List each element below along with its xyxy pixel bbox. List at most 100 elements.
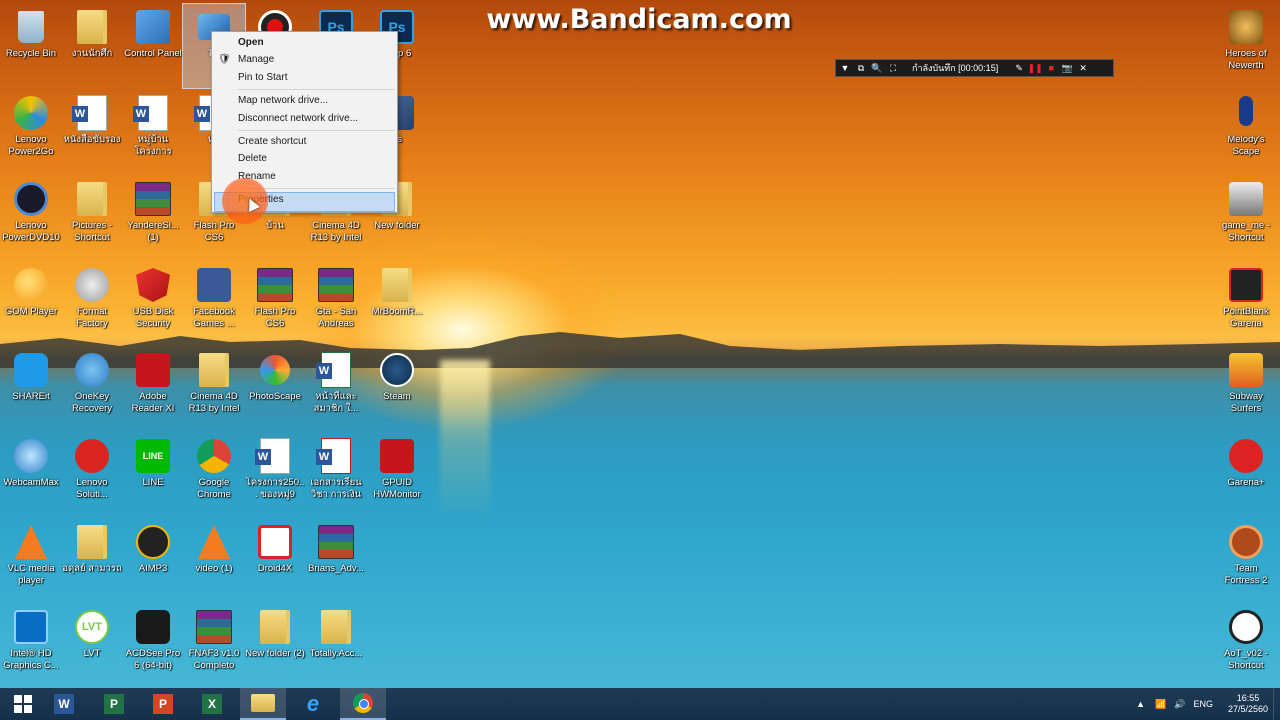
desktop-icon[interactable]: Brians_Adv... (305, 519, 367, 603)
clock[interactable]: 16:55 27/5/2560 (1223, 693, 1273, 715)
desktop-icon[interactable]: Team Fortress 2 (1215, 519, 1277, 603)
stop-icon[interactable]: ■ (1046, 63, 1056, 73)
desktop-icon[interactable]: New folder (2) (244, 604, 306, 688)
desktop-icon[interactable]: Google Chrome (183, 433, 245, 517)
desktop-icon[interactable]: Facebook Games ... (183, 262, 245, 346)
taskbar-internet-explorer[interactable]: e (290, 688, 336, 720)
desktop-icon[interactable]: OneKey Recovery (61, 347, 123, 431)
start-button[interactable] (0, 688, 46, 720)
desktop-icon[interactable]: Steam (366, 347, 428, 431)
menu-item-delete[interactable]: Delete (238, 151, 267, 167)
taskbar-word[interactable]: W (41, 688, 87, 720)
camera-icon[interactable]: 📷 (1062, 63, 1073, 73)
language-indicator[interactable]: ENG (1193, 699, 1213, 709)
volume-icon[interactable]: 🔊 (1174, 699, 1185, 710)
desktop-icon[interactable]: AoT_v02 - Shortcut (1215, 604, 1277, 688)
pencil-icon[interactable]: ✎ (1014, 63, 1024, 73)
pdf-icon (316, 437, 355, 475)
desktop-icon[interactable]: video (1) (183, 519, 245, 603)
desktop-icon[interactable]: FNAF3 v1.0 Completo (183, 604, 245, 688)
folder-icon (378, 266, 416, 304)
target-area-icon[interactable]: ⛶ (888, 63, 898, 73)
desktop-icon[interactable]: game_me - Shortcut (1215, 176, 1277, 260)
menu-item-create-shortcut[interactable]: Create shortcut (238, 134, 306, 150)
menu-item-manage[interactable]: Manage (238, 52, 274, 68)
desktop-icon[interactable]: Subway Surfers (1215, 347, 1277, 431)
facebook-games-icon (195, 266, 233, 304)
desktop-icon[interactable]: GOM Player (0, 262, 62, 346)
desktop-icon[interactable]: VLC media player (0, 519, 62, 603)
desktop-icon[interactable]: โครงการ250... ของหมู่9 (244, 433, 306, 517)
desktop-icon[interactable]: Flash Pro CS6 (244, 262, 306, 346)
menu-item-pin-to-start[interactable]: Pin to Start (238, 70, 287, 86)
desktop-icon[interactable]: SHAREit (0, 347, 62, 431)
desktop-icon-label: FNAF3 v1.0 Completo (188, 648, 240, 671)
desktop-icon[interactable]: PhotoScape (244, 347, 306, 431)
close-icon[interactable]: ✕ (1078, 63, 1088, 73)
menu-item-map-network-drive[interactable]: Map network drive... (238, 93, 328, 109)
taskbar-powerpoint[interactable]: P (140, 688, 186, 720)
desktop-icon[interactable]: อดุลย์ สามารถ (61, 519, 123, 603)
desktop-icon[interactable]: WebcamMax (0, 433, 62, 517)
desktop-icon-label: Format Factory (76, 306, 108, 329)
desktop-icon[interactable]: Garena+ (1215, 433, 1277, 517)
desktop-icon[interactable]: Adobe Reader XI (122, 347, 184, 431)
hwmonitor-icon (378, 437, 416, 475)
menu-down-icon[interactable]: ▼ (840, 63, 850, 73)
desktop-icon[interactable]: MrBoomR... (366, 262, 428, 346)
desktop-icon[interactable]: Lenovo Soluti... (61, 433, 123, 517)
desktop-icon[interactable]: Totally.Acc... (305, 604, 367, 688)
desktop-icon[interactable]: งานนักศึก (61, 4, 123, 88)
show-desktop-button[interactable] (1273, 688, 1280, 720)
desktop-icon[interactable]: หมู่บ้านโครงการ ทหม.60 (122, 90, 184, 174)
zoom-icon[interactable]: 🔍 (871, 63, 882, 73)
desktop-icon-label: USB Disk Security (132, 306, 174, 329)
desktop-icon[interactable]: YandereSi... (1) (122, 176, 184, 260)
winrar-icon (317, 523, 355, 561)
desktop-icon[interactable]: Lenovo PowerDVD10 (0, 176, 62, 260)
desktop-icon[interactable]: LINE LINE (122, 433, 184, 517)
desktop-icon-label: LVT (83, 648, 101, 659)
word-doc-icon (72, 94, 111, 132)
window-mode-icon[interactable]: ⧉ (856, 63, 866, 73)
menu-item-disconnect-network-drive[interactable]: Disconnect network drive... (238, 111, 358, 127)
intel-hd-icon (12, 608, 50, 646)
desktop-icon-label: New folder (374, 220, 420, 231)
desktop-icon-label: Garena+ (1227, 477, 1265, 488)
desktop-icon[interactable]: Control Panel (122, 4, 184, 88)
taskbar-file-explorer[interactable] (240, 688, 286, 720)
desktop-icon[interactable]: หนังสือขับรอง (61, 90, 123, 174)
desktop-icon[interactable]: Recycle Bin (0, 4, 62, 88)
desktop-icon[interactable]: ACDSee Pro 6 (64-bit) (122, 604, 184, 688)
subway-icon (1227, 351, 1265, 389)
desktop-icon[interactable]: Cinema 4D R13 by Intel (183, 347, 245, 431)
desktop-icon[interactable]: LVT LVT (61, 604, 123, 688)
desktop-icon[interactable]: GPUID HWMonitor (366, 433, 428, 517)
desktop-icon[interactable]: Gta - San Andreas (305, 262, 367, 346)
desktop-icon[interactable]: Intel® HD Graphics C... (0, 604, 62, 688)
desktop[interactable]: www.Bandicam.com Recycle Bin งานนักศึก Con… (0, 0, 1280, 688)
desktop-icon[interactable]: เอกสารเรียนวิชา การเงินการ... (305, 433, 367, 517)
desktop-icon-label: Cinema 4D R13 by Intel (188, 391, 240, 414)
desktop-icon[interactable]: Melody's Scape (1215, 90, 1277, 174)
desktop-icon[interactable]: หน้าที่และ สมาชิก ใ... (305, 347, 367, 431)
desktop-icon[interactable]: AIMP3 (122, 519, 184, 603)
desktop-icon[interactable]: PointBlank Garena (1215, 262, 1277, 346)
desktop-icon-label: Recycle Bin (5, 48, 57, 59)
desktop-icon[interactable]: Lenovo Power2Go (0, 90, 62, 174)
desktop-icon[interactable]: USB Disk Security (122, 262, 184, 346)
taskbar-excel[interactable]: X (189, 688, 235, 720)
menu-item-open[interactable]: Open (238, 35, 264, 51)
taskbar-project[interactable]: P (91, 688, 137, 720)
desktop-icon[interactable]: Droid4X (244, 519, 306, 603)
network-icon[interactable]: 📶 (1155, 699, 1166, 710)
desktop-icon[interactable]: Pictures - Shortcut (61, 176, 123, 260)
desktop-icon-label: game_me - Shortcut (1221, 220, 1271, 243)
pause-icon[interactable]: ❚❚ (1028, 63, 1043, 73)
taskbar-chrome[interactable] (340, 688, 386, 720)
desktop-icon-label: Facebook Games ... (193, 306, 235, 329)
desktop-icon-label: WebcamMax (3, 477, 59, 488)
desktop-icon[interactable]: Heroes of Newerth (1215, 4, 1277, 88)
desktop-icon[interactable]: Format Factory (61, 262, 123, 346)
show-hidden-icons-icon[interactable]: ▲ (1136, 699, 1145, 709)
